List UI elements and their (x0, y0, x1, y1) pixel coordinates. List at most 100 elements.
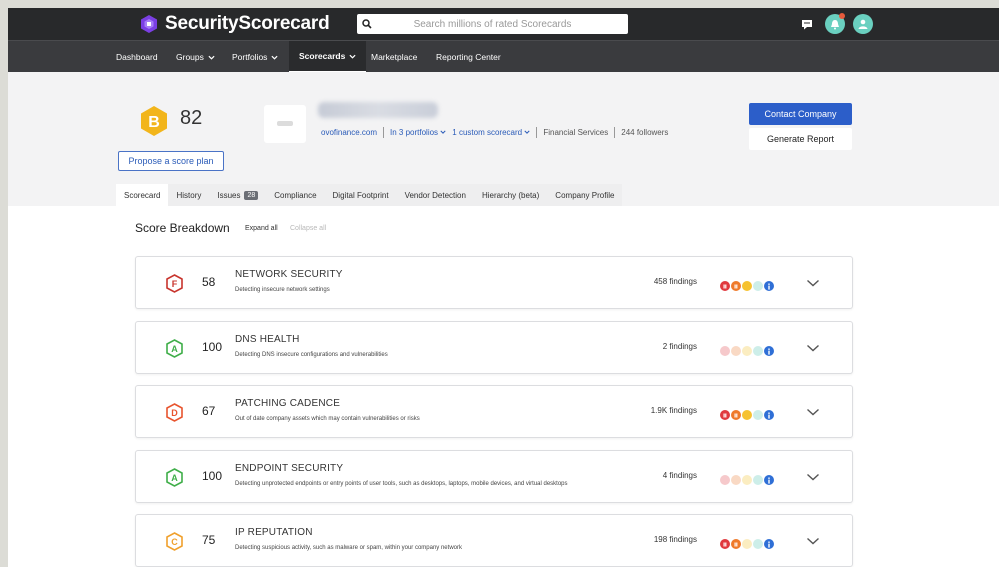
top-icons (797, 13, 873, 34)
factor-description: Detecting DNS insecure configurations an… (235, 352, 388, 358)
severity-info-icon (764, 281, 774, 291)
nav-label: Reporting Center (436, 52, 501, 62)
factor-grade-letter: A (171, 473, 178, 483)
factor-description: Detecting insecure network settings (235, 287, 330, 293)
notifications-bell-icon[interactable] (825, 13, 845, 34)
nav-marketplace[interactable]: Marketplace (371, 41, 417, 73)
factor-score: 75 (202, 533, 216, 547)
company-name-blurred (318, 102, 438, 118)
app-logo[interactable]: SecurityScorecard (139, 13, 330, 35)
severity-critical-icon (720, 410, 730, 420)
chevron-down-icon[interactable] (806, 407, 820, 417)
severity-critical-icon (720, 475, 730, 485)
app-name: SecurityScorecard (165, 13, 330, 34)
severity-low-icon (753, 281, 763, 291)
severity-high-icon (731, 281, 741, 291)
tab-company-profile[interactable]: Company Profile (547, 184, 623, 206)
main-nav: Dashboard Groups Portfolios Scorecards M… (8, 40, 999, 73)
propose-score-plan-button[interactable]: Propose a score plan (118, 151, 224, 171)
factor-score: 67 (202, 404, 216, 418)
chevron-down-icon[interactable] (806, 278, 820, 288)
company-domain-link[interactable]: ovofinance.com (321, 128, 377, 137)
severity-critical-icon (720, 539, 730, 549)
factor-card[interactable]: F 58 NETWORK SECURITY Detecting insecure ne… (135, 256, 853, 309)
tab-vendor-detection[interactable]: Vendor Detection (396, 184, 474, 206)
factor-description: Detecting suspicious activity, such as m… (235, 545, 462, 551)
factor-score: 100 (202, 469, 223, 483)
search-bar[interactable] (357, 14, 628, 34)
severity-high-icon (731, 346, 741, 356)
overall-score: 82 (180, 107, 203, 129)
severity-info-icon (764, 475, 774, 485)
issues-count-badge: 28 (244, 190, 259, 200)
factor-findings: 2 findings (662, 342, 697, 351)
nav-reporting-center[interactable]: Reporting Center (436, 41, 501, 73)
company-meta: ovofinance.com In 3 portfolios 1 custom … (321, 127, 668, 138)
portfolios-dropdown[interactable]: In 3 portfolios (390, 128, 446, 137)
grade-hexagon-icon: F (166, 274, 183, 293)
factor-grade-letter: D (171, 408, 178, 418)
tab-history[interactable]: History (168, 184, 210, 206)
severity-dots (720, 410, 774, 420)
factor-name: ENDPOINT SECURITY (235, 463, 344, 474)
severity-medium-icon (742, 281, 752, 291)
severity-low-icon (753, 539, 763, 549)
severity-medium-icon (742, 539, 752, 549)
divider (383, 127, 385, 138)
divider (536, 127, 538, 138)
section-title: Score Breakdown (135, 221, 230, 235)
chevron-down-icon (208, 55, 215, 60)
severity-medium-icon (742, 475, 752, 485)
collapse-all-link[interactable]: Collapse all (290, 225, 326, 232)
factor-name: PATCHING CADENCE (235, 398, 341, 409)
severity-dots (720, 346, 774, 356)
grade-hexagon-icon: D (166, 403, 183, 422)
severity-high-icon (731, 475, 741, 485)
chevron-down-icon[interactable] (806, 343, 820, 353)
tab-issues[interactable]: Issues 28 (209, 184, 267, 206)
nav-label: Dashboard (116, 52, 158, 62)
severity-dots (720, 281, 774, 291)
factor-findings: 198 findings (653, 535, 697, 544)
nav-label: Portfolios (232, 52, 268, 62)
severity-info-icon (764, 410, 774, 420)
nav-label: Scorecards (299, 51, 346, 61)
factor-score: 58 (202, 275, 216, 289)
search-icon (357, 14, 377, 34)
expand-all-link[interactable]: Expand all (245, 225, 278, 232)
nav-groups[interactable]: Groups (176, 41, 215, 73)
tab-hierarchy[interactable]: Hierarchy (beta) (473, 184, 548, 206)
factor-card[interactable]: A 100 DNS HEALTH Detecting DNS insecure con… (135, 321, 853, 374)
chevron-down-icon[interactable] (806, 472, 820, 482)
chevron-down-icon (524, 130, 530, 134)
chevron-down-icon (349, 54, 356, 59)
company-logo (264, 105, 306, 143)
factor-grade-letter: C (171, 537, 178, 547)
severity-low-icon (753, 346, 763, 356)
factor-description: Out of date company assets which may con… (235, 416, 420, 422)
user-avatar-icon[interactable] (853, 14, 873, 34)
app-window: SecurityScorecard Dashboard (8, 8, 999, 567)
contact-company-button[interactable]: Contact Company (749, 103, 852, 125)
nav-label: Groups (176, 52, 204, 62)
factor-card[interactable]: C 75 IP REPUTATION Detecting suspicious act… (135, 514, 853, 567)
nav-scorecards[interactable]: Scorecards (289, 41, 367, 73)
severity-medium-icon (742, 410, 752, 420)
nav-portfolios[interactable]: Portfolios (232, 41, 278, 73)
chat-icon[interactable] (797, 14, 817, 34)
generate-report-button[interactable]: Generate Report (749, 128, 852, 150)
tab-digital-footprint[interactable]: Digital Footprint (324, 184, 397, 206)
search-input[interactable] (377, 15, 628, 33)
nav-dashboard[interactable]: Dashboard (116, 41, 158, 73)
securityscorecard-logo-icon (141, 15, 157, 33)
factor-card[interactable]: A 100 ENDPOINT SECURITY Detecting unprotect… (135, 450, 853, 503)
severity-info-icon (764, 346, 774, 356)
chevron-down-icon[interactable] (806, 536, 820, 546)
severity-high-icon (731, 410, 741, 420)
tab-scorecard[interactable]: Scorecard (116, 184, 169, 206)
custom-scorecard-dropdown[interactable]: 1 custom scorecard (452, 128, 530, 137)
tab-compliance[interactable]: Compliance (266, 184, 325, 206)
severity-dots (720, 475, 774, 485)
factor-card[interactable]: D 67 PATCHING CADENCE Out of date company a… (135, 385, 853, 438)
factor-grade-letter: A (171, 344, 178, 354)
